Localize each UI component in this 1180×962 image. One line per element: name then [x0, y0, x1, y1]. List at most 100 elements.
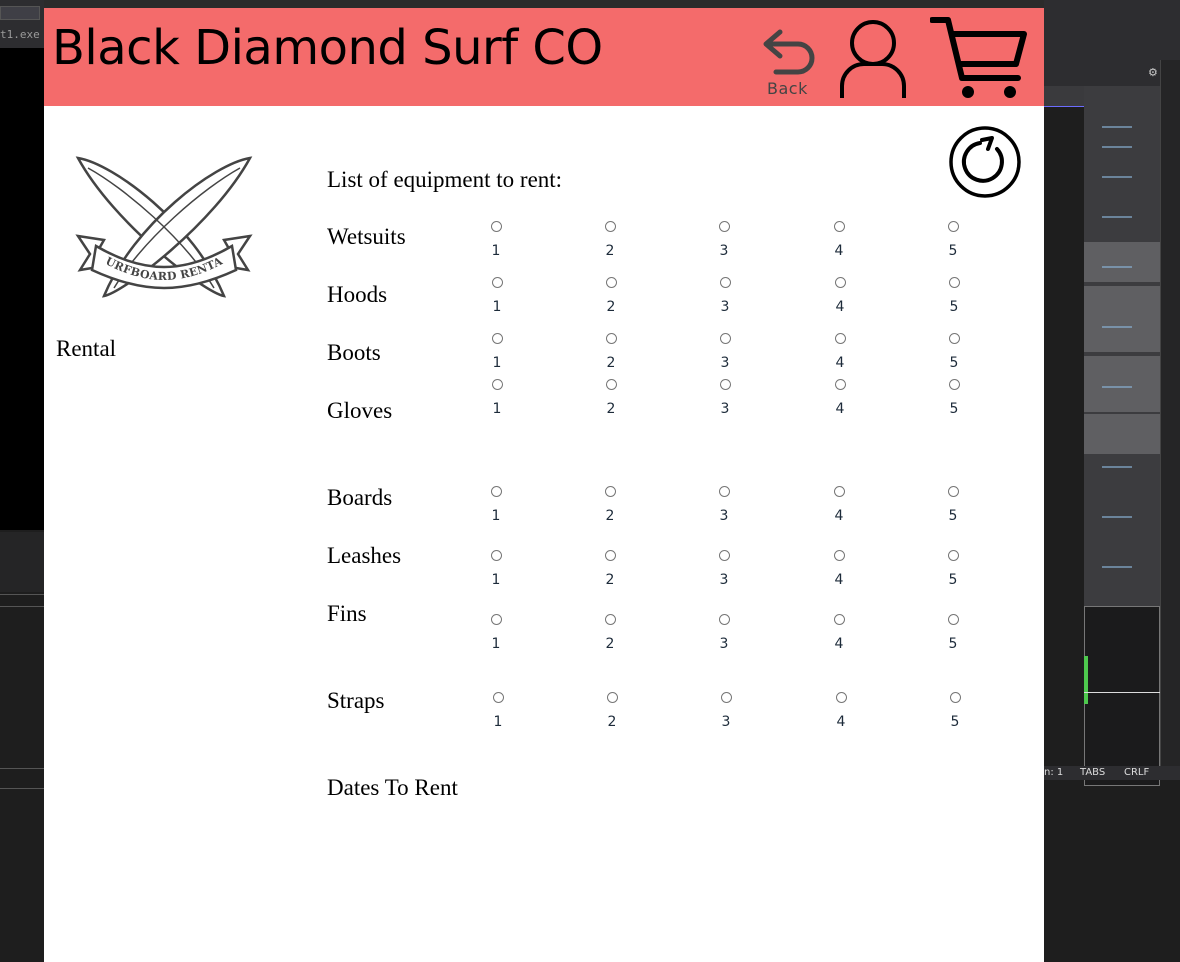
radio-button[interactable] [605, 333, 617, 344]
status-eol[interactable]: CRLF [1124, 767, 1149, 778]
quantity-radio-option[interactable]: 5 [943, 486, 963, 523]
back-button[interactable]: Back [760, 20, 820, 98]
code-minimap[interactable] [1084, 86, 1160, 786]
quantity-radio-option[interactable]: 3 [715, 379, 735, 416]
radio-button[interactable] [833, 221, 845, 232]
radio-button[interactable] [606, 692, 618, 703]
quantity-radio-option[interactable]: 5 [944, 277, 964, 314]
quantity-radio-option[interactable]: 3 [714, 486, 734, 523]
radio-button[interactable] [719, 333, 731, 344]
radio-button[interactable] [605, 379, 617, 390]
quantity-radio-option[interactable]: 5 [943, 614, 963, 651]
quantity-radio-option[interactable]: 1 [488, 692, 508, 729]
radio-button[interactable] [490, 614, 502, 625]
radio-button[interactable] [833, 550, 845, 561]
cart-icon [929, 17, 1027, 98]
radio-button[interactable] [491, 333, 503, 344]
quantity-radio-option[interactable]: 2 [600, 550, 620, 587]
radio-button[interactable] [604, 486, 616, 497]
radio-button[interactable] [834, 379, 846, 390]
quantity-radio-option[interactable]: 4 [831, 692, 851, 729]
radio-button[interactable] [948, 379, 960, 390]
quantity-radio-option[interactable]: 1 [486, 550, 506, 587]
quantity-radio-option[interactable]: 3 [715, 277, 735, 314]
minimap-viewport[interactable] [1084, 606, 1160, 786]
quantity-radio-option[interactable]: 1 [487, 333, 507, 370]
quantity-radio-option[interactable]: 2 [602, 692, 622, 729]
radio-button[interactable] [833, 486, 845, 497]
radio-button[interactable] [490, 486, 502, 497]
quantity-radio-option[interactable]: 3 [714, 221, 734, 258]
radio-label: 5 [949, 401, 959, 417]
quantity-radio-option[interactable]: 3 [714, 614, 734, 651]
quantity-radio-option[interactable]: 5 [943, 550, 963, 587]
radio-button[interactable] [948, 333, 960, 344]
ide-dropdown[interactable] [0, 6, 40, 20]
radio-button[interactable] [718, 614, 730, 625]
radio-button[interactable] [491, 379, 503, 390]
refresh-button[interactable] [948, 124, 1022, 205]
quantity-radio-option[interactable]: 1 [486, 221, 506, 258]
radio-button[interactable] [947, 614, 959, 625]
quantity-radio-option[interactable]: 5 [945, 692, 965, 729]
quantity-radio-option[interactable]: 2 [600, 614, 620, 651]
minimap-change-marker [1084, 656, 1088, 704]
radio-button[interactable] [947, 486, 959, 497]
radio-label: 3 [720, 355, 730, 371]
radio-button[interactable] [604, 221, 616, 232]
quantity-radio-option[interactable]: 4 [830, 277, 850, 314]
ide-left-panel: t1.exe [0, 0, 44, 962]
quantity-radio-option[interactable]: 5 [944, 379, 964, 416]
radio-button[interactable] [949, 692, 961, 703]
radio-button[interactable] [604, 550, 616, 561]
account-button[interactable] [838, 16, 908, 105]
quantity-radio-option[interactable]: 2 [600, 486, 620, 523]
ide-dropdown[interactable] [1044, 86, 1084, 107]
radio-button[interactable] [719, 379, 731, 390]
ide-side-strip [1160, 60, 1180, 780]
quantity-radio-option[interactable]: 4 [829, 614, 849, 651]
quantity-radio-option[interactable]: 2 [601, 379, 621, 416]
gear-icon[interactable]: ⚙ [1148, 66, 1158, 79]
radio-label: 3 [719, 636, 729, 652]
radio-button[interactable] [720, 692, 732, 703]
quantity-radio-option[interactable]: 2 [601, 277, 621, 314]
quantity-radio-option[interactable]: 4 [830, 333, 850, 370]
back-label: Back [767, 79, 808, 98]
radio-button[interactable] [718, 486, 730, 497]
cart-button[interactable] [929, 12, 1030, 107]
radio-button[interactable] [719, 277, 731, 288]
quantity-radio-option[interactable]: 4 [829, 221, 849, 258]
quantity-radio-option[interactable]: 4 [829, 486, 849, 523]
quantity-radio-option[interactable]: 5 [943, 221, 963, 258]
quantity-radio-option[interactable]: 3 [715, 333, 735, 370]
quantity-radio-option[interactable]: 5 [944, 333, 964, 370]
quantity-radio-option[interactable]: 1 [487, 379, 507, 416]
radio-button[interactable] [718, 550, 730, 561]
status-tabs[interactable]: TABS [1080, 767, 1105, 778]
radio-button[interactable] [947, 221, 959, 232]
radio-button[interactable] [948, 277, 960, 288]
radio-button[interactable] [490, 221, 502, 232]
quantity-radio-option[interactable]: 4 [829, 550, 849, 587]
quantity-radio-option[interactable]: 1 [486, 486, 506, 523]
quantity-radio-option[interactable]: 4 [830, 379, 850, 416]
radio-button[interactable] [834, 333, 846, 344]
radio-label: 1 [492, 355, 502, 371]
radio-button[interactable] [947, 550, 959, 561]
quantity-radio-option[interactable]: 2 [601, 333, 621, 370]
quantity-radio-option[interactable]: 1 [486, 614, 506, 651]
quantity-radio-option[interactable]: 2 [600, 221, 620, 258]
radio-button[interactable] [492, 692, 504, 703]
quantity-radio-option[interactable]: 3 [714, 550, 734, 587]
radio-button[interactable] [605, 277, 617, 288]
radio-button[interactable] [833, 614, 845, 625]
quantity-radio-option[interactable]: 1 [487, 277, 507, 314]
radio-button[interactable] [834, 277, 846, 288]
radio-button[interactable] [490, 550, 502, 561]
radio-button[interactable] [835, 692, 847, 703]
quantity-radio-option[interactable]: 3 [716, 692, 736, 729]
radio-button[interactable] [718, 221, 730, 232]
radio-button[interactable] [491, 277, 503, 288]
radio-button[interactable] [604, 614, 616, 625]
